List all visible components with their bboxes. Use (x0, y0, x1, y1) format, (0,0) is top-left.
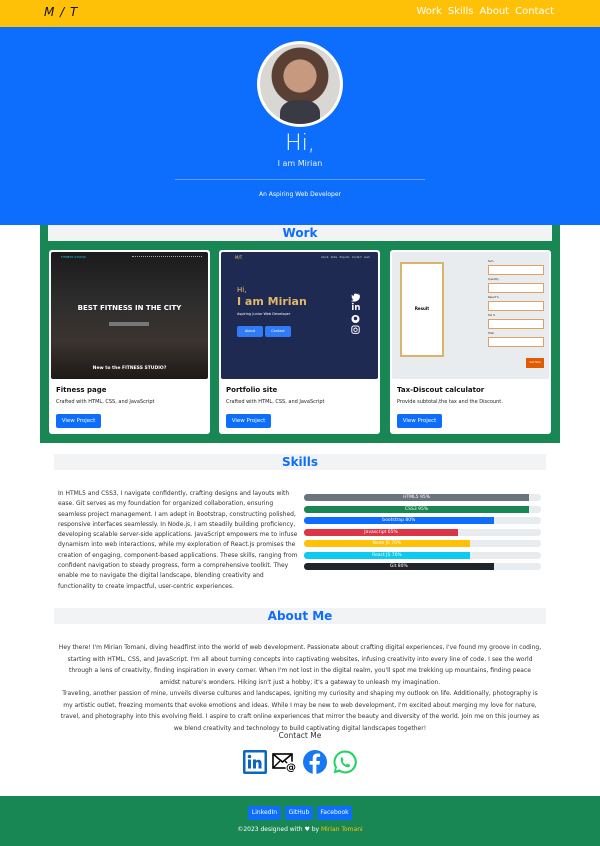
navbar: M / T Work Skills About Contact (0, 0, 600, 27)
skill-progress-fill: bootstrap 80% (304, 517, 494, 524)
project-card-fitness: FITNESS STUDIO BEST FITNESS IN THE CITY … (49, 250, 210, 434)
project-card-portfolio: M/T About Skills Projects Contact work H… (219, 250, 380, 434)
contact-title: Contact Me (278, 731, 322, 740)
footer-github-button[interactable]: GitHub (285, 806, 313, 820)
nav-links: Work Skills About Contact (417, 6, 555, 17)
skill-progress-bar: Javascript 65% (304, 528, 541, 536)
skill-progress-fill: HTML5 95% (304, 494, 530, 501)
preview-footer: New to the FITNESS STUDIO? (92, 366, 167, 371)
card-title: Tax-Discout calculator (397, 386, 485, 394)
preview-field (488, 265, 544, 275)
skills-description: In HTML5 and CSS3, I navigate confidentl… (58, 490, 298, 590)
preview-nav (132, 256, 202, 258)
hero-name: I am Mirian (277, 159, 323, 168)
card-text: Crafted with HTML, CSS, and JavaScript (226, 399, 325, 405)
preview-label: Tax % (488, 314, 496, 317)
preview-label: Sum (488, 260, 494, 263)
preview-contact-button: Contact (265, 326, 291, 337)
card-title: Portfolio site (226, 386, 278, 394)
nav-link-about[interactable]: About (480, 6, 510, 17)
card-title: Fitness page (56, 386, 107, 394)
preview-name: I am Mirian (237, 295, 307, 308)
card-text: Provide subtotal,the tax and the Discoun… (397, 399, 503, 405)
skill-progress-fill: React JS 70% (304, 551, 470, 559)
skill-progress-fill: Git 80% (304, 563, 494, 570)
about-paragraph-2: Traveling, another passion of mine, unve… (60, 690, 540, 732)
about-paragraph-1: Hey there! I'm Mirian Tomani, diving hea… (58, 644, 542, 686)
project-preview-calculator: Result Sum Quantity Result % Tax % Total… (392, 252, 549, 379)
profile-photo (257, 41, 343, 127)
view-project-button[interactable]: View Project (226, 414, 271, 428)
linkedin-icon[interactable] (242, 749, 268, 775)
preview-label: Quantity (488, 278, 499, 281)
skill-progress-fill: CSS3 95% (304, 505, 530, 513)
brand-logo[interactable]: M / T (44, 5, 78, 19)
preview-receipt: Result (400, 262, 444, 357)
skill-progress-bar: React JS 70% (304, 551, 541, 559)
preview-field (488, 337, 544, 347)
skill-progress-bar: Node JS 70% (304, 540, 541, 547)
preview-calc-button: Get Total (526, 358, 544, 368)
project-card-tax-calculator: Result Sum Quantity Result % Tax % Total… (390, 250, 551, 434)
preview-logo: FITNESS STUDIO (61, 255, 86, 259)
hero-section: Hi, I am Mirian An Aspiring Web Develope… (0, 27, 600, 225)
skill-progress-fill: Javascript 65% (304, 528, 459, 536)
preview-nav: About Skills Projects Contact work (321, 256, 370, 259)
preview-about-button: About (237, 326, 263, 337)
preview-social-icons (350, 292, 360, 340)
skill-progress-bar: CSS3 95% (304, 505, 541, 513)
nav-link-skills[interactable]: Skills (448, 6, 474, 17)
hero-divider (175, 179, 425, 180)
email-icon[interactable]: @ (272, 749, 298, 775)
footer-copyright: ©2023 designed with ♥ by Mirian Tomani (0, 826, 600, 833)
preview-field (488, 319, 544, 329)
preview-headline: BEST FITNESS IN THE CITY (77, 304, 182, 312)
preview-subtitle: Aspiring Junior Web Developer (237, 312, 291, 316)
copyright-text: ©2023 designed with ♥ by (237, 826, 321, 833)
footer: LinkedIn GitHub Facebook ©2023 designed … (0, 796, 600, 846)
project-preview-portfolio: M/T About Skills Projects Contact work H… (221, 252, 378, 379)
card-text: Crafted with HTML, CSS, and JavaScript (56, 399, 155, 405)
hero-tagline: An Aspiring Web Developer (258, 191, 342, 198)
preview-buttons (109, 322, 149, 326)
skill-progress-bar: Git 80% (304, 563, 541, 570)
view-project-button[interactable]: View Project (56, 414, 101, 428)
preview-receipt-label: Result (414, 306, 430, 311)
skill-progress-bar: HTML5 95% (304, 494, 541, 501)
preview-logo: M/T (235, 255, 243, 260)
about-title: About Me (54, 608, 546, 624)
facebook-icon[interactable] (302, 749, 328, 775)
preview-label: Total (488, 332, 494, 335)
preview-greeting: Hi, (237, 286, 247, 294)
skill-progress-bar: bootstrap 80% (304, 517, 541, 524)
preview-field (488, 283, 544, 293)
view-project-button[interactable]: View Project (397, 414, 442, 428)
nav-link-contact[interactable]: Contact (515, 6, 554, 17)
skill-progress-fill: Node JS 70% (304, 540, 470, 547)
preview-label: Result % (488, 296, 499, 299)
social-icons-glyphs (350, 293, 360, 334)
skills-title: Skills (54, 454, 546, 470)
work-section: Work FITNESS STUDIO BEST FITNESS IN THE … (40, 225, 560, 443)
preview-field (488, 301, 544, 311)
hero-greeting: Hi, (285, 131, 315, 156)
author-link[interactable]: Mirian Tomani (321, 826, 363, 833)
whatsapp-icon[interactable] (332, 749, 358, 775)
nav-link-work[interactable]: Work (417, 6, 442, 17)
footer-linkedin-button[interactable]: LinkedIn (248, 806, 281, 820)
svg-text:@: @ (286, 763, 296, 774)
project-preview-fitness: FITNESS STUDIO BEST FITNESS IN THE CITY … (51, 252, 208, 379)
footer-facebook-button[interactable]: Facebook (317, 806, 352, 820)
work-title: Work (48, 225, 552, 241)
